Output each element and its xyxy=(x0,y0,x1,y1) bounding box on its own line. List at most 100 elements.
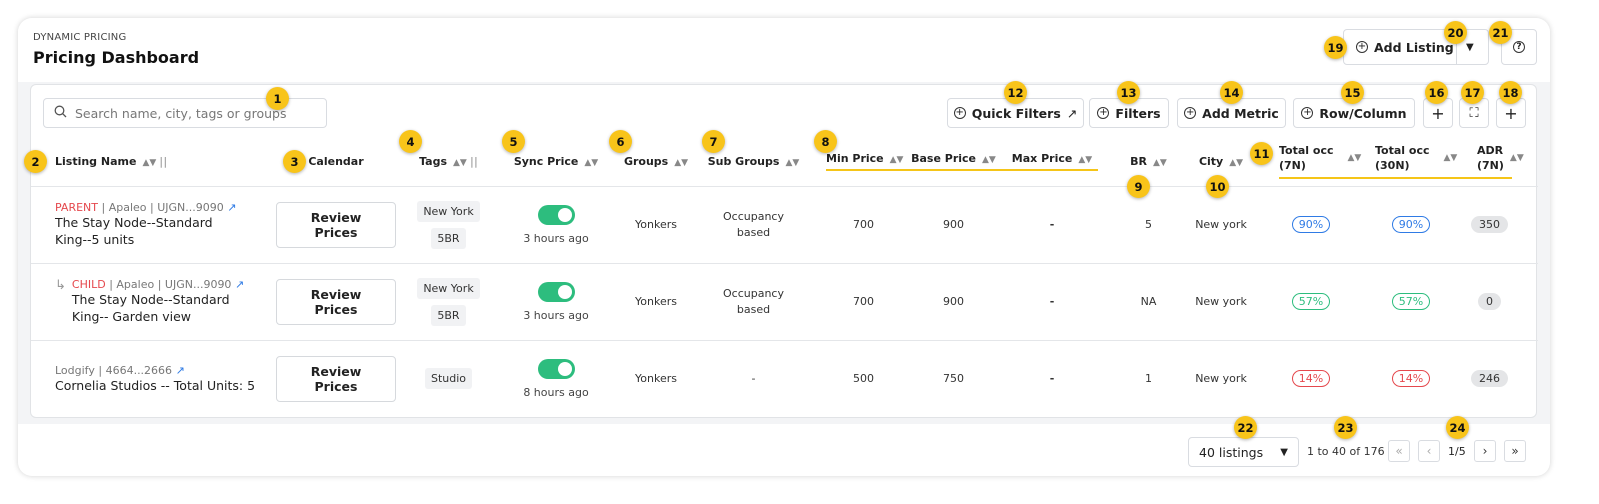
listing-name[interactable]: The Stay Node--Standard King--5 units xyxy=(55,214,236,248)
annotation-marker: 24 xyxy=(1446,416,1469,439)
sort-icon: ▲▼ xyxy=(142,157,157,168)
sort-icon: ▲▼ xyxy=(785,157,800,168)
review-prices-button[interactable]: Review Prices xyxy=(276,355,396,402)
adr-badge: 350 xyxy=(1471,216,1508,233)
min-price-value[interactable]: 700 xyxy=(806,263,901,341)
sub-group-value: Occupancy based xyxy=(701,263,806,341)
sync-time: 8 hours ago xyxy=(523,385,589,399)
listing-meta: | Apaleo | UJGN...9090 xyxy=(98,201,224,214)
annotation-marker: 15 xyxy=(1341,81,1364,104)
tags-cell: New York 5BR xyxy=(396,186,501,264)
listing-meta: | Apaleo | UJGN...9090 xyxy=(105,278,232,291)
dropdown-caret-icon[interactable]: ▼ xyxy=(1466,42,1474,53)
plus-icon: + xyxy=(1504,103,1518,123)
col-max-price[interactable]: Max Price ▲▼ xyxy=(1006,137,1116,187)
group-value: Yonkers xyxy=(635,372,677,386)
occ-30n-badge: 90% xyxy=(1391,216,1431,233)
annotation-marker: 19 xyxy=(1324,36,1347,59)
child-arrow-icon: ↳ xyxy=(55,278,66,293)
table-row: Lodgify | 4664...2666 ↗ Cornelia Studios… xyxy=(31,340,1538,417)
base-price-value[interactable]: 900 xyxy=(901,186,1006,264)
section-label: DYNAMIC PRICING xyxy=(33,32,127,43)
add-listing-button[interactable]: + Add Listing ▼ xyxy=(1343,29,1489,65)
sort-icon: ▲▼ xyxy=(453,157,467,168)
chevron-left-icon: ‹ xyxy=(1426,444,1432,458)
base-price-value[interactable]: 750 xyxy=(901,340,1006,417)
col-adr-7n[interactable]: ADR (7N) ▲▼ xyxy=(1461,137,1538,187)
listing-meta: Lodgify | 4664...2666 xyxy=(55,363,173,377)
sync-time: 3 hours ago xyxy=(523,231,589,245)
prev-page-button[interactable]: ‹ xyxy=(1418,440,1440,462)
min-price-value[interactable]: 700 xyxy=(806,186,901,264)
annotation-marker: 14 xyxy=(1220,81,1243,104)
col-br[interactable]: BR ▲▼ xyxy=(1116,137,1181,187)
tag-chip[interactable]: 5BR xyxy=(431,304,466,326)
annotation-marker: 5 xyxy=(502,130,525,153)
pagination-bar: 40 listings ▼ 1 to 40 of 176 « ‹ 1/5 › » xyxy=(18,424,1550,476)
external-link-icon[interactable]: ↗ xyxy=(235,278,244,291)
sync-price-toggle[interactable] xyxy=(537,358,575,379)
page-title: Pricing Dashboard xyxy=(33,48,200,67)
sync-price-toggle[interactable] xyxy=(537,281,575,302)
annotation-marker: 11 xyxy=(1250,142,1273,165)
col-base-price[interactable]: Base Price ▲▼ xyxy=(901,137,1006,187)
col-total-occ-7n[interactable]: Total occ (7N) ▲▼ xyxy=(1261,137,1361,187)
external-link-icon[interactable]: ↗ xyxy=(176,364,185,377)
col-listing-name[interactable]: Listing Name ▲▼ || xyxy=(31,137,276,187)
adr-badge: 246 xyxy=(1471,370,1508,388)
sort-icon: ▲▼ xyxy=(889,154,904,165)
col-total-occ-30n[interactable]: Total occ (30N) ▲▼ xyxy=(1361,137,1461,187)
annotation-marker: 10 xyxy=(1206,175,1229,198)
sort-icon: ▲▼ xyxy=(1153,157,1167,168)
sync-time: 3 hours ago xyxy=(523,308,589,322)
annotation-marker: 2 xyxy=(24,150,47,173)
annotation-marker: 1 xyxy=(266,87,289,110)
review-prices-button[interactable]: Review Prices xyxy=(276,201,396,248)
annotation-marker: 13 xyxy=(1117,81,1140,104)
tags-cell: New York 5BR xyxy=(396,263,501,341)
plus-icon: + xyxy=(1431,103,1445,123)
city-value: New york xyxy=(1195,372,1247,386)
max-price-value[interactable]: - xyxy=(1006,263,1116,341)
fullscreen-icon: ⛶ xyxy=(1469,105,1479,121)
listing-cell: Lodgify | 4664...2666 ↗ Cornelia Studios… xyxy=(31,340,276,417)
first-page-button[interactable]: « xyxy=(1388,440,1410,462)
max-price-value[interactable]: - xyxy=(1006,186,1116,264)
next-page-button[interactable]: › xyxy=(1474,440,1496,462)
plus-circle-icon: + xyxy=(953,107,966,119)
tag-chip[interactable]: 5BR xyxy=(431,227,466,249)
plus-circle-icon: + xyxy=(1301,107,1314,119)
tag-chip[interactable]: New York xyxy=(417,277,480,299)
external-link-icon[interactable]: ↗ xyxy=(227,201,236,214)
annotation-marker: 4 xyxy=(399,130,422,153)
tag-chip[interactable]: New York xyxy=(417,200,480,222)
review-prices-button[interactable]: Review Prices xyxy=(276,278,396,325)
group-value: Yonkers xyxy=(611,263,701,341)
listings-panel: +Quick Filters↗ +Filters +Add Metric +Ro… xyxy=(30,84,1538,418)
listing-name[interactable]: The Stay Node--Standard King-- Garden vie… xyxy=(72,291,244,325)
sort-icon: ▲▼ xyxy=(1443,152,1458,163)
br-value: 5 xyxy=(1116,186,1181,264)
sync-price-toggle[interactable] xyxy=(537,204,575,225)
min-price-value[interactable]: 500 xyxy=(806,340,901,417)
caret-down-icon: ▼ xyxy=(1280,446,1288,458)
last-page-button[interactable]: » xyxy=(1504,440,1526,462)
annotation-marker: 17 xyxy=(1461,81,1484,104)
annotation-marker: 7 xyxy=(702,130,725,153)
annotation-marker: 3 xyxy=(283,150,306,173)
double-chevron-left-icon: « xyxy=(1395,444,1403,458)
sub-group-value: Occupancy based xyxy=(701,186,806,264)
br-value: NA xyxy=(1116,263,1181,341)
max-price-value[interactable]: - xyxy=(1006,340,1116,417)
page-size-select[interactable]: 40 listings ▼ xyxy=(1188,437,1299,467)
sort-icon: ▲▼ xyxy=(982,154,996,165)
annotation-marker: 16 xyxy=(1425,81,1448,104)
city-value: New york xyxy=(1181,186,1261,264)
search-icon xyxy=(54,105,67,121)
tag-chip[interactable]: Studio xyxy=(424,368,473,390)
base-price-value[interactable]: 900 xyxy=(901,263,1006,341)
listing-name[interactable]: Cornelia Studios -- Total Units: 5 xyxy=(55,377,255,394)
page-header: DYNAMIC PRICING Pricing Dashboard + Add … xyxy=(18,18,1550,82)
table-row: PARENT | Apaleo | UJGN...9090 ↗ The Stay… xyxy=(31,186,1538,264)
table-header: Listing Name ▲▼ || Calendar Tags ▲▼ || Sync … xyxy=(31,137,1538,187)
